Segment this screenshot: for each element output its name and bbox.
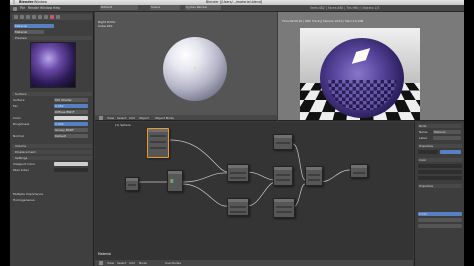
render-stats: Time:00:00.45 | Path Tracing Sample 10/1… [282, 19, 364, 23]
select-menu[interactable]: Select [117, 115, 126, 120]
node-editor-header: View Select Add Node Use Nodes [95, 260, 413, 266]
properties-tabs [12, 14, 92, 20]
viewport-header: View Select Add Object Object Mode [95, 115, 277, 120]
zoom-label: (1) Sphere [115, 123, 131, 127]
color-swatch[interactable] [54, 116, 88, 120]
scene-stats: Verts:482 | Faces:480 | Tris:960 | Objec… [310, 6, 380, 10]
info-header: File Render Window Help Default Scene Cy… [10, 5, 464, 12]
color-ramp-node[interactable] [167, 170, 183, 192]
properties-panel: Material Material Preview Surface Surfac… [10, 12, 94, 266]
glossy-bsdf-node[interactable] [147, 128, 169, 158]
scene-selector[interactable]: Scene [150, 5, 180, 10]
sidebar-properties-header-2[interactable]: Properties [418, 184, 462, 188]
sidebar-label-field[interactable] [433, 136, 461, 140]
shader2-field[interactable]: Glossy BSDF [54, 128, 88, 132]
mode-selector[interactable]: Object Mode [155, 115, 174, 120]
normal-field[interactable]: Default [54, 134, 88, 138]
pass-index-field[interactable] [54, 168, 88, 172]
texture-tab-icon[interactable] [56, 15, 60, 19]
material-output-node[interactable] [350, 164, 368, 178]
material-preview [30, 42, 76, 88]
node-add-menu[interactable]: Add [129, 260, 135, 266]
view-menu[interactable]: View [107, 115, 114, 120]
render-tab-icon[interactable] [14, 15, 18, 19]
editor-type-icon[interactable] [13, 6, 17, 11]
sidebar-option-1[interactable] [418, 164, 462, 168]
displacement-section[interactable]: Displacement [12, 150, 92, 154]
node-select-menu[interactable]: Select [117, 260, 126, 266]
add-menu[interactable]: Add [129, 115, 135, 120]
view-label: Right Ortho Cube.010 [98, 20, 116, 28]
multiple-importance-row[interactable]: Multiple Importance [13, 192, 91, 196]
sidebar-name-label: Name: [419, 130, 429, 134]
menu-help[interactable]: Help [53, 5, 60, 12]
menu-window[interactable]: Window [40, 5, 52, 12]
sidebar-properties-header[interactable]: Properties [418, 144, 462, 148]
sidebar-field-2[interactable] [418, 224, 462, 228]
layer-weight-node[interactable] [273, 166, 293, 186]
mix-shader-node-a[interactable] [227, 164, 249, 182]
render-viewport[interactable]: Time:00:00.45 | Path Tracing Sample 10/1… [278, 12, 464, 121]
sidebar-blue-button[interactable] [440, 150, 461, 154]
use-nodes-toggle[interactable]: Use Nodes [165, 260, 181, 266]
node-sidebar: Node Name: Material Label: Properties Co… [414, 122, 464, 266]
settings-section[interactable]: Settings [12, 156, 92, 160]
glossy-node-b[interactable] [273, 198, 295, 218]
rendered-scene [300, 28, 420, 120]
shader1-field[interactable]: Diffuse BSDF [54, 110, 88, 114]
node-editor-icon[interactable] [99, 261, 103, 265]
value-node[interactable] [125, 177, 139, 191]
node-view-menu[interactable]: View [107, 260, 114, 266]
material-name-field[interactable]: Material [14, 30, 44, 34]
sidebar-option-2[interactable] [418, 170, 462, 174]
color-wheel-icon [170, 179, 174, 183]
object-tab-icon[interactable] [38, 15, 42, 19]
preview-section[interactable]: Preview [12, 36, 92, 40]
modifiers-tab-icon[interactable] [44, 15, 48, 19]
world-tab-icon[interactable] [32, 15, 36, 19]
menu-file[interactable]: File [20, 5, 25, 12]
fresnel-node[interactable] [273, 134, 293, 150]
material-tab-icon[interactable] [50, 15, 54, 19]
sidebar-name-field[interactable]: Material [433, 130, 461, 134]
material-name-label: Material [98, 252, 111, 256]
surface-shader-field[interactable]: Mix Shader [54, 98, 88, 102]
fac-slider[interactable]: 0.050 [54, 104, 88, 108]
object-menu[interactable]: Object [139, 115, 149, 120]
solid-sphere[interactable] [163, 37, 227, 101]
node-menu[interactable]: Node [139, 260, 147, 266]
diffuse-bsdf-node[interactable] [227, 198, 249, 216]
surface-section[interactable]: Surface [12, 92, 92, 96]
material-slot[interactable]: Material [14, 24, 54, 28]
sidebar-color-header[interactable]: Color [418, 158, 462, 162]
blender-window:  Blender Window Blender [/Users/.../mat… [10, 0, 464, 266]
node-editor[interactable]: Material (1) Sphere View Select Add Node… [95, 122, 413, 266]
mix-shader-node-b[interactable] [305, 166, 323, 186]
sidebar-value-slider[interactable]: 0.050 [418, 212, 462, 216]
sidebar-field-1[interactable] [418, 218, 462, 222]
volume-section[interactable]: Volume [12, 144, 92, 148]
origin-dot [194, 67, 196, 69]
menu-render[interactable]: Render [28, 5, 39, 12]
render-engine-selector[interactable]: Cycles Render [185, 5, 221, 10]
sidebar-option-3[interactable] [418, 176, 462, 180]
scene-tab-icon[interactable] [26, 15, 30, 19]
viewport-editor-icon[interactable] [99, 116, 103, 120]
3d-viewport[interactable]: Right Ortho Cube.010 View Select Add Obj… [95, 12, 277, 121]
sidebar-node-header[interactable]: Node [418, 124, 462, 128]
layers-tab-icon[interactable] [20, 15, 24, 19]
viewport-color-swatch[interactable] [54, 162, 88, 166]
roughness-slider[interactable]: 0.000 [54, 122, 88, 126]
layout-selector[interactable]: Default [100, 5, 138, 10]
sidebar-dropdown[interactable] [418, 150, 438, 154]
node-links [139, 139, 351, 208]
homogeneous-row[interactable]: Homogeneous [13, 198, 91, 202]
sidebar-label-label: Label: [419, 136, 428, 140]
